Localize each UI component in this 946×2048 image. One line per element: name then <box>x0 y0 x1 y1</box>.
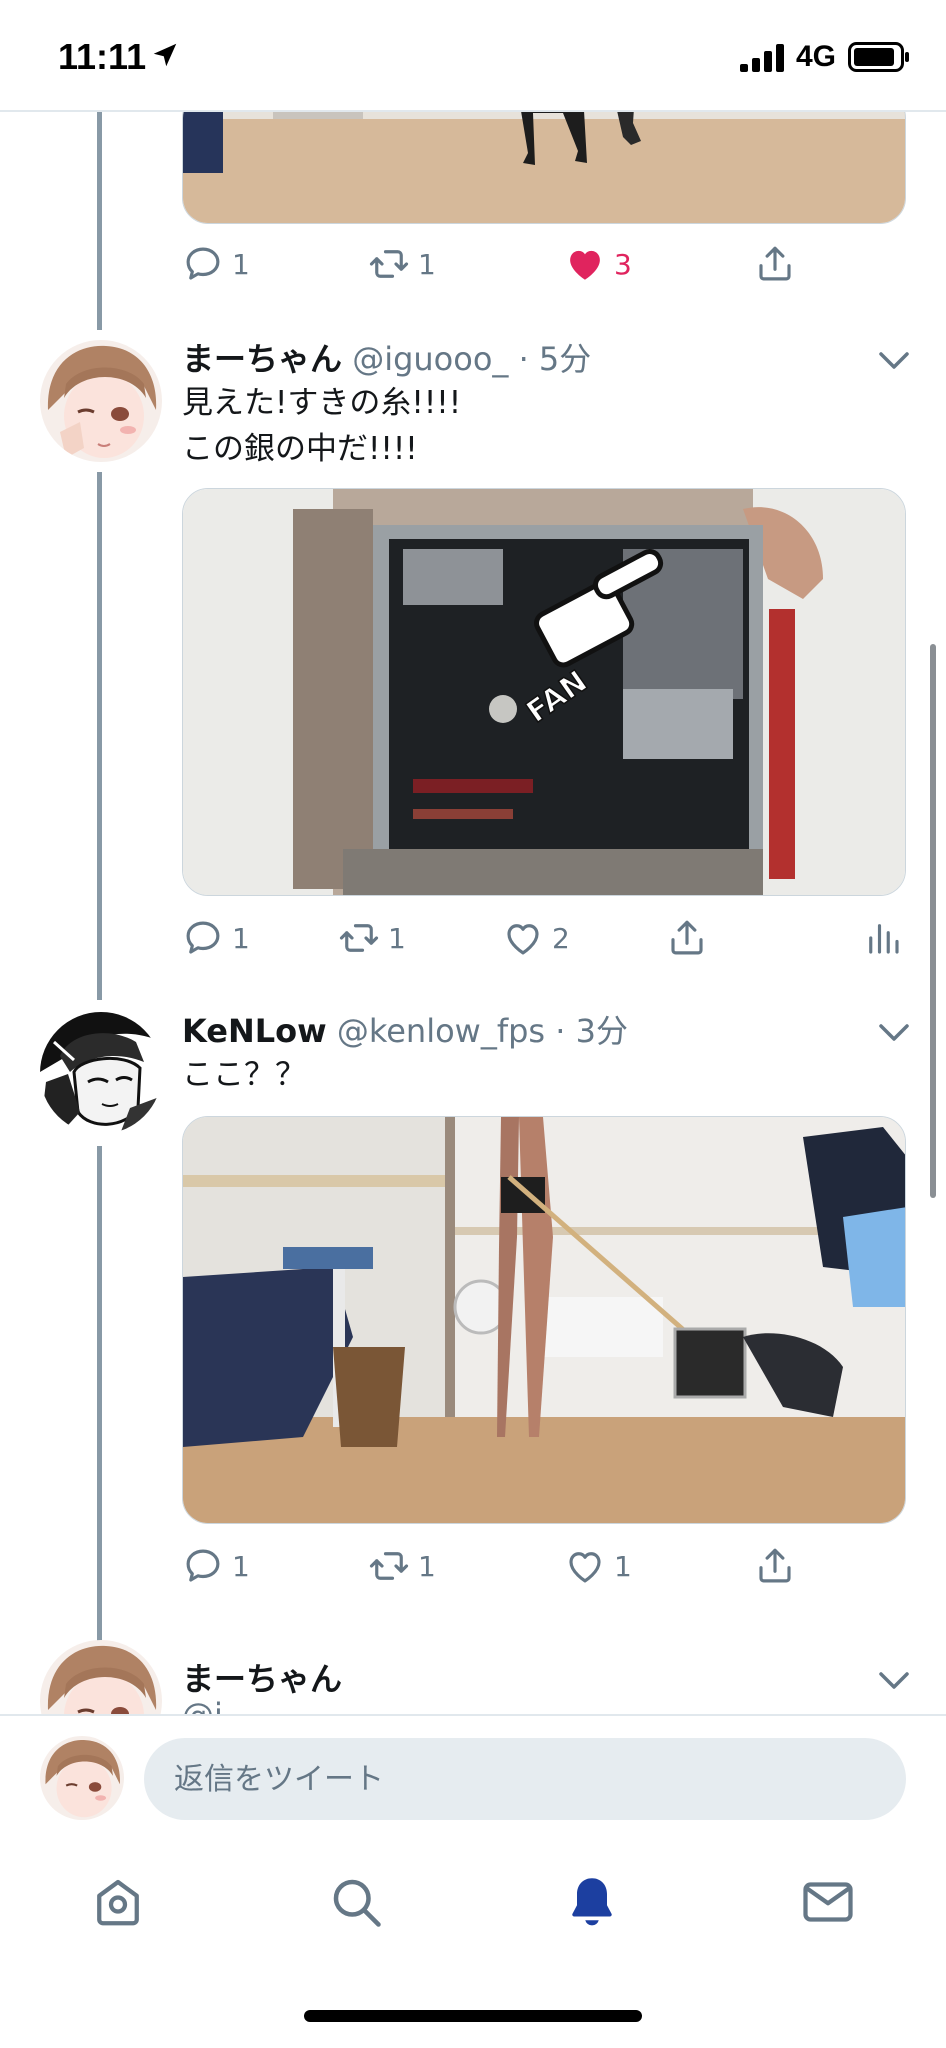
my-avatar <box>40 1736 124 1820</box>
display-name[interactable]: まーちゃん <box>182 340 342 378</box>
avatar-illustration-anime <box>40 1736 124 1820</box>
analytics-button[interactable] <box>862 916 904 960</box>
tweet-header-handle: @i <box>182 1696 223 1714</box>
share-icon <box>759 1548 791 1583</box>
reply-button[interactable]: 1 <box>182 242 250 286</box>
timestamp[interactable]: 5分 <box>539 340 591 378</box>
heart-outline-icon <box>507 924 539 955</box>
retweet-button[interactable]: 1 <box>368 242 436 286</box>
share-button[interactable] <box>666 916 708 960</box>
heart-filled-icon <box>570 250 600 280</box>
display-name[interactable]: KeNLow <box>182 1012 327 1050</box>
tweet-text: 見えた!すきの糸!!!! この銀の中だ!!!! <box>182 385 462 467</box>
handle[interactable]: @i <box>182 1696 223 1714</box>
avatar[interactable] <box>40 1640 162 1714</box>
share-icon <box>759 246 791 281</box>
like-button[interactable]: 1 <box>564 1544 632 1588</box>
retweet-button[interactable]: 1 <box>338 916 406 960</box>
reply-input[interactable] <box>144 1738 906 1820</box>
media-photo-pc-case: FAN <box>183 489 905 895</box>
like-count: 3 <box>614 247 632 281</box>
avatar-illustration-anime <box>40 1640 162 1714</box>
tweet-media-image[interactable] <box>182 112 906 224</box>
tweet-header: KeNLow @kenlow_fps · 3分 <box>182 1012 628 1050</box>
retweet-count: 1 <box>388 921 406 955</box>
media-photo-floor <box>183 112 905 223</box>
like-button[interactable]: 2 <box>502 916 570 960</box>
retweet-icon <box>369 1552 409 1580</box>
reply-bubble-icon <box>186 247 220 280</box>
reply-count: 1 <box>232 1549 250 1583</box>
retweet-count: 1 <box>418 1549 436 1583</box>
reply-button[interactable]: 1 <box>182 916 250 960</box>
tweet-header: まーちゃん <box>182 1654 342 1700</box>
share-button[interactable] <box>754 1544 796 1588</box>
avatar-illustration-anime <box>40 340 162 462</box>
tweet-text: ここ？？ <box>182 1057 306 1093</box>
reply-bubble-icon <box>186 921 220 954</box>
retweet-icon <box>369 250 409 278</box>
status-time: 11:11 <box>58 36 147 77</box>
notifications-bell-icon[interactable] <box>562 1872 622 1932</box>
tweet-header: まーちゃん @iguooo_ · 5分 <box>182 340 592 378</box>
like-button[interactable]: 3 <box>564 242 632 286</box>
search-icon[interactable] <box>326 1872 386 1932</box>
like-count: 1 <box>614 1549 632 1583</box>
status-bar: 11:11 4G <box>0 0 946 110</box>
chevron-down-icon[interactable] <box>876 348 912 372</box>
tweet-feed[interactable]: 1 1 3 まーちゃん @iguooo_ · 5分 見えた!すきの糸!!!! こ… <box>0 112 946 1714</box>
heart-outline-icon <box>569 1552 601 1583</box>
handle[interactable]: @kenlow_fps <box>337 1012 545 1050</box>
tweet-media-image[interactable] <box>182 1116 906 1524</box>
location-arrow-icon <box>153 43 177 67</box>
avatar[interactable] <box>40 340 162 462</box>
battery-icon <box>848 42 909 72</box>
like-count: 2 <box>552 921 570 955</box>
reply-button[interactable]: 1 <box>182 1544 250 1588</box>
display-name[interactable]: まーちゃん <box>182 1660 342 1698</box>
home-indicator[interactable] <box>304 2010 642 2022</box>
retweet-button[interactable]: 1 <box>368 1544 436 1588</box>
chevron-down-icon[interactable] <box>876 1668 912 1692</box>
tweet-actions: 1 1 3 <box>182 242 922 286</box>
home-icon[interactable] <box>88 1872 148 1932</box>
messages-envelope-icon[interactable] <box>798 1872 858 1932</box>
thread-line <box>97 112 102 330</box>
chevron-down-icon[interactable] <box>876 1020 912 1044</box>
scrollbar[interactable] <box>930 644 936 1198</box>
share-icon <box>671 920 703 955</box>
timestamp[interactable]: 3分 <box>576 1012 628 1050</box>
media-photo-room <box>183 1117 905 1523</box>
analytics-bars-icon <box>869 924 899 954</box>
share-button[interactable] <box>754 242 796 286</box>
reply-count: 1 <box>232 921 250 955</box>
avatar[interactable] <box>40 1012 162 1134</box>
tweet-actions: 1 1 1 <box>182 1544 922 1588</box>
cellular-signal-icon <box>740 44 784 72</box>
reply-bubble-icon <box>186 1549 220 1582</box>
tweet-actions: 1 1 2 <box>182 916 922 960</box>
thread-line <box>97 472 102 1000</box>
network-type: 4G <box>796 40 837 73</box>
thread-line <box>97 1146 102 1714</box>
retweet-count: 1 <box>418 247 436 281</box>
avatar-manga-illustration <box>40 1012 162 1134</box>
handle[interactable]: @iguooo_ <box>352 340 508 378</box>
reply-composer <box>0 1714 946 1836</box>
tweet-media-image[interactable]: FAN <box>182 488 906 896</box>
reply-count: 1 <box>232 247 250 281</box>
retweet-icon <box>339 924 379 952</box>
